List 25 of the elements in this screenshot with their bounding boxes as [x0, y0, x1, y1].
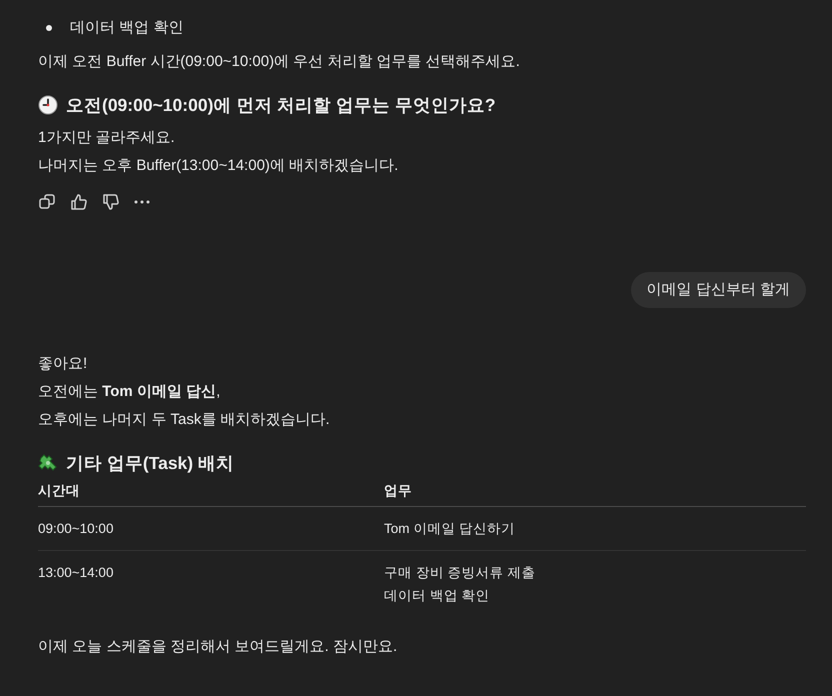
clock-icon	[38, 95, 58, 115]
table-cell-text: 09:00~10:00	[38, 520, 114, 538]
thumbs-down-icon[interactable]	[102, 193, 120, 211]
user-message: 이메일 답신부터 할게	[630, 272, 806, 308]
copy-icon[interactable]	[38, 193, 56, 211]
column-header: 시간대	[38, 482, 384, 507]
paragraph-line: 오전에는 Tom 이메일 답신,	[38, 382, 222, 402]
table-cell-text: 데이터 백업 확인	[384, 587, 491, 605]
section-heading: 기타 업무(Task) 배치	[66, 452, 234, 475]
paragraph-line: 좋아요!	[38, 354, 88, 374]
paragraph-line: 나머지는 오후 Buffer(13:00~14:00)에 배치하겠습니다.	[38, 156, 400, 176]
paragraph-line: 이제 오늘 스케줄을 정리해서 보여드릴게요. 잠시만요.	[38, 637, 398, 657]
table-cell-text: 13:00~14:00	[38, 564, 114, 582]
more-icon[interactable]	[134, 200, 150, 204]
thumbs-up-icon[interactable]	[70, 193, 88, 211]
column-header: 업무	[384, 482, 806, 507]
table-cell-text: Tom 이메일 답신하기	[384, 520, 516, 538]
list-item-text: 데이터 백업 확인	[70, 18, 184, 38]
section-heading: 오전(09:00~10:00)에 먼저 처리할 업무는 무엇인가요?	[66, 94, 496, 117]
paragraph-line: 1가지만 골라주세요.	[38, 128, 176, 148]
puzzle-piece-icon	[38, 453, 58, 473]
paragraph-line: 오후에는 나머지 두 Task를 배치하겠습니다.	[38, 410, 331, 430]
table-cell-text: 구매 장비 증빙서류 제출	[384, 564, 536, 582]
paragraph-line: 이제 오전 Buffer 시간(09:00~10:00)에 우선 처리할 업무를 선택해주세요.	[38, 52, 521, 72]
bullet-icon	[46, 25, 52, 31]
